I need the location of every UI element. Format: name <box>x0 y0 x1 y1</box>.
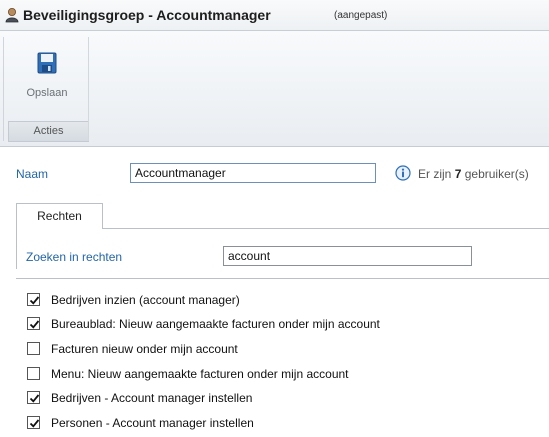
actions-group-label: Acties <box>8 121 89 142</box>
checkbox-checked[interactable] <box>27 416 40 429</box>
permission-label: Menu: Nieuw aangemaakte facturen onder m… <box>51 367 349 381</box>
permission-label: Facturen nieuw onder mijn account <box>51 342 238 356</box>
checkbox-unchecked[interactable] <box>27 342 40 355</box>
checkbox-checked[interactable] <box>27 293 40 306</box>
form-panel: Naam Accountmanager Er zijn 7 gebruiker(… <box>0 147 549 437</box>
checkmark-icon <box>29 419 40 428</box>
floppy-disk-icon <box>37 52 57 74</box>
tab-strip-line <box>103 228 549 229</box>
user-count: 7 <box>454 167 462 181</box>
tab-rechten[interactable]: Rechten <box>16 203 103 229</box>
info-prefix: Er zijn <box>418 167 452 181</box>
checkbox-checked[interactable] <box>27 391 40 404</box>
name-input[interactable]: Accountmanager <box>130 163 376 183</box>
checkmark-icon <box>29 394 40 403</box>
checkmark-icon <box>29 296 40 305</box>
info-icon <box>395 165 411 184</box>
ribbon-toolbar: Opslaan Acties <box>0 31 549 147</box>
permission-label: Bedrijven - Account manager instellen <box>51 391 253 405</box>
modified-status: (aangepast) <box>334 10 388 21</box>
info-suffix: gebruiker(s) <box>464 167 529 181</box>
save-label: Opslaan <box>26 87 68 99</box>
name-label: Naam <box>16 167 49 181</box>
title-bar: Beveiligingsgroep - Accountmanager (aang… <box>0 0 549 31</box>
list-separator <box>16 278 549 279</box>
user-icon <box>5 7 19 26</box>
checkbox-unchecked[interactable] <box>27 367 40 380</box>
checkmark-icon <box>29 320 40 329</box>
window-title: Beveiligingsgroep - Accountmanager <box>23 7 271 23</box>
user-count-info: Er zijn 7 gebruiker(s) <box>418 167 529 181</box>
search-rights-input[interactable]: account <box>223 246 472 266</box>
ribbon-edge <box>3 37 4 141</box>
ribbon-separator <box>88 37 89 141</box>
checkbox-checked[interactable] <box>27 317 40 330</box>
permission-label: Bureaublad: Nieuw aangemaakte facturen o… <box>51 317 380 331</box>
save-button[interactable]: Opslaan <box>12 41 82 101</box>
permission-label: Personen - Account manager instellen <box>51 416 254 430</box>
permission-label: Bedrijven inzien (account manager) <box>51 293 240 307</box>
panel-border <box>16 229 17 269</box>
search-rights-label: Zoeken in rechten <box>26 250 123 264</box>
